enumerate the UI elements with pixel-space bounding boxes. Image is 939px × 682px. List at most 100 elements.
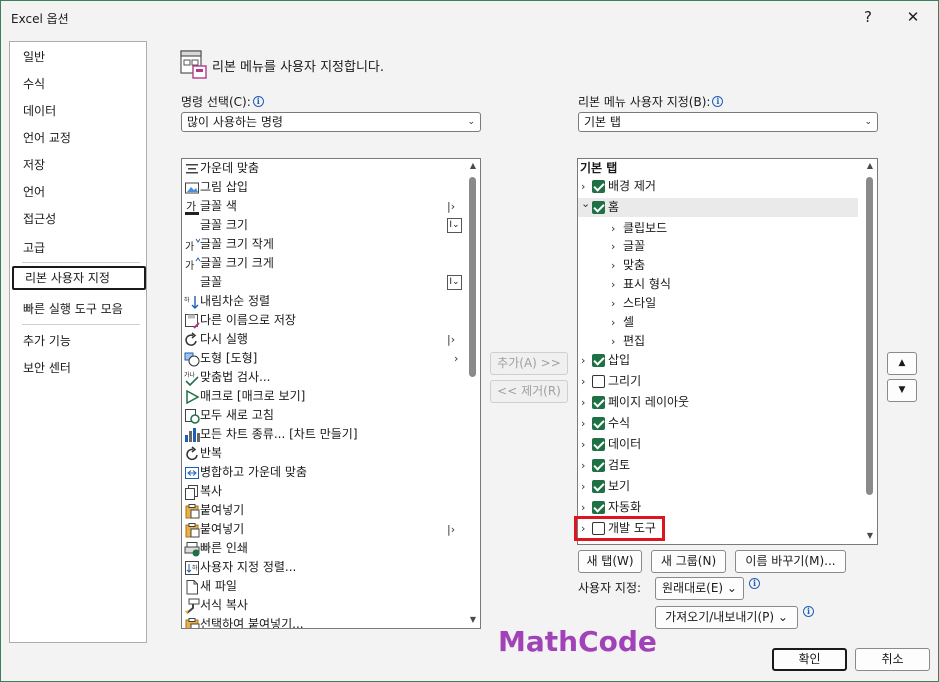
nav-item-accessibility[interactable]: 접근성: [10, 207, 146, 231]
nav-item-quick-access-toolbar[interactable]: 빠른 실행 도구 모음: [10, 297, 146, 321]
command-item[interactable]: 복사: [182, 482, 466, 501]
import-export-dropdown[interactable]: 가져오기/내보내기(P) ⌄: [655, 606, 798, 629]
close-button[interactable]: ✕: [898, 5, 928, 29]
tree-item[interactable]: › 표시 형식: [578, 275, 858, 294]
expand-icon[interactable]: ›: [611, 313, 615, 332]
nav-item-data[interactable]: 데이터: [10, 99, 146, 123]
new-group-button[interactable]: 새 그룹(N): [651, 550, 726, 573]
ribbon-tabs-select[interactable]: 기본 탭 ⌄: [578, 112, 878, 132]
tab-checkbox[interactable]: [592, 459, 605, 472]
commands-list[interactable]: 가운데 맞춤 그림 삽입 가 글꼴 색 |› 글꼴 크기 I⌄ 가 글꼴 크기 작게 가 글꼴 크기…: [181, 158, 481, 629]
choose-commands-select[interactable]: 많이 사용하는 명령 ⌄: [181, 112, 481, 132]
tree-scrollbar[interactable]: ▲ ▼: [863, 159, 877, 544]
tree-item[interactable]: ⌄ 홈: [578, 197, 858, 217]
tab-checkbox[interactable]: [592, 396, 605, 409]
expand-icon[interactable]: ›: [611, 219, 615, 238]
nav-item-formulas[interactable]: 수식: [10, 72, 146, 96]
move-down-button[interactable]: ▼: [887, 379, 917, 402]
command-item[interactable]: 하 사용자 지정 정렬...: [182, 558, 466, 577]
command-item[interactable]: 가운데 맞춤: [182, 159, 466, 178]
tree-item[interactable]: › 그리기: [578, 372, 858, 391]
nav-item-add-ins[interactable]: 추가 기능: [10, 329, 146, 353]
command-item[interactable]: 하 내림차순 정렬: [182, 292, 466, 311]
command-item[interactable]: 모든 차트 종류... [차트 만들기]: [182, 425, 466, 444]
tab-checkbox[interactable]: [592, 180, 605, 193]
tab-checkbox[interactable]: [592, 438, 605, 451]
commands-scrollbar[interactable]: ▲ ▼: [466, 159, 480, 628]
nav-item-advanced[interactable]: 고급: [10, 236, 146, 260]
tree-item[interactable]: › 클립보드: [578, 219, 858, 238]
command-item[interactable]: 반복: [182, 444, 466, 463]
command-item[interactable]: 다시 실행 |›: [182, 330, 466, 349]
expand-icon[interactable]: ›: [611, 294, 615, 313]
expand-icon[interactable]: ›: [581, 498, 585, 517]
scroll-thumb[interactable]: [866, 177, 873, 495]
tree-item[interactable]: › 삽입: [578, 351, 858, 370]
command-item[interactable]: 빠른 인쇄: [182, 539, 466, 558]
remove-button[interactable]: << 제거(R): [490, 380, 568, 403]
tab-checkbox[interactable]: [592, 501, 605, 514]
command-item[interactable]: 병합하고 가운데 맞춤: [182, 463, 466, 482]
tree-item[interactable]: › 배경 제거: [578, 177, 858, 196]
rename-button[interactable]: 이름 바꾸기(M)...: [735, 550, 846, 573]
scroll-down-icon[interactable]: ▼: [863, 531, 877, 540]
scroll-up-icon[interactable]: ▲: [466, 161, 480, 170]
tree-item[interactable]: › 셀: [578, 313, 858, 332]
tree-item[interactable]: › 글꼴: [578, 237, 858, 256]
command-item[interactable]: 선택하여 붙여넣기...: [182, 615, 466, 628]
tree-item[interactable]: › 스타일: [578, 294, 858, 313]
command-item[interactable]: 도형 [도형] ›: [182, 349, 466, 368]
tab-checkbox[interactable]: [592, 480, 605, 493]
collapse-icon[interactable]: ⌄: [581, 194, 590, 213]
command-item[interactable]: 매크로 [매크로 보기]: [182, 387, 466, 406]
command-item[interactable]: 글꼴 크기 I⌄: [182, 216, 466, 235]
expand-icon[interactable]: ›: [611, 275, 615, 294]
tree-item[interactable]: › 데이터: [578, 435, 858, 454]
tree-item[interactable]: › 자동화: [578, 498, 858, 517]
expand-icon[interactable]: ›: [611, 256, 615, 275]
tree-item[interactable]: › 검토: [578, 456, 858, 475]
expand-icon[interactable]: ›: [581, 372, 585, 391]
new-tab-button[interactable]: 새 탭(W): [578, 550, 642, 573]
tree-item[interactable]: › 맞춤: [578, 256, 858, 275]
reset-dropdown[interactable]: 원래대로(E) ⌄: [655, 577, 744, 600]
command-item[interactable]: 가 글꼴 크기 작게: [182, 235, 466, 254]
help-button[interactable]: ?: [853, 5, 883, 29]
command-item[interactable]: 다른 이름으로 저장: [182, 311, 466, 330]
nav-item-language[interactable]: 언어: [10, 180, 146, 204]
command-item[interactable]: 붙여넣기 |›: [182, 520, 466, 539]
tab-checkbox[interactable]: [592, 201, 605, 214]
add-button[interactable]: 추가(A) >>: [490, 352, 568, 375]
scroll-thumb[interactable]: [469, 177, 476, 377]
command-item[interactable]: 서식 복사: [182, 596, 466, 615]
tree-item[interactable]: › 보기: [578, 477, 858, 496]
nav-item-general[interactable]: 일반: [10, 45, 146, 69]
expand-icon[interactable]: ›: [581, 477, 585, 496]
expand-icon[interactable]: ›: [581, 456, 585, 475]
move-up-button[interactable]: ▲: [887, 352, 917, 375]
nav-item-trust-center[interactable]: 보안 센터: [10, 356, 146, 380]
expand-icon[interactable]: ›: [581, 435, 585, 454]
command-item[interactable]: 새 파일: [182, 577, 466, 596]
nav-item-customize-ribbon[interactable]: 리본 사용자 지정: [12, 266, 146, 290]
tab-checkbox[interactable]: [592, 417, 605, 430]
nav-item-proofing[interactable]: 언어 교정: [10, 126, 146, 150]
tab-checkbox[interactable]: [592, 375, 605, 388]
command-item[interactable]: 붙여넣기: [182, 501, 466, 520]
scroll-up-icon[interactable]: ▲: [863, 161, 877, 170]
tab-checkbox[interactable]: [592, 354, 605, 367]
nav-item-save[interactable]: 저장: [10, 153, 146, 177]
command-item[interactable]: 글꼴 I⌄: [182, 273, 466, 292]
cancel-button[interactable]: 취소: [855, 648, 930, 671]
tree-item[interactable]: › 수식: [578, 414, 858, 433]
command-item[interactable]: 그림 삽입: [182, 178, 466, 197]
expand-icon[interactable]: ›: [581, 414, 585, 433]
ribbon-tree[interactable]: 기본 탭 › 배경 제거 ⌄ 홈 › 클립보드 › 글꼴 › 맞춤 › 표시 형식 › 스타일 › 셀 › 편집 ›…: [577, 158, 878, 545]
command-item[interactable]: 모두 새로 고침: [182, 406, 466, 425]
expand-icon[interactable]: ›: [581, 393, 585, 412]
expand-icon[interactable]: ›: [611, 237, 615, 256]
command-item[interactable]: 가 글꼴 색 |›: [182, 197, 466, 216]
tree-item[interactable]: › 페이지 레이아웃: [578, 393, 858, 412]
ok-button[interactable]: 확인: [772, 648, 847, 671]
scroll-down-icon[interactable]: ▼: [466, 615, 480, 624]
